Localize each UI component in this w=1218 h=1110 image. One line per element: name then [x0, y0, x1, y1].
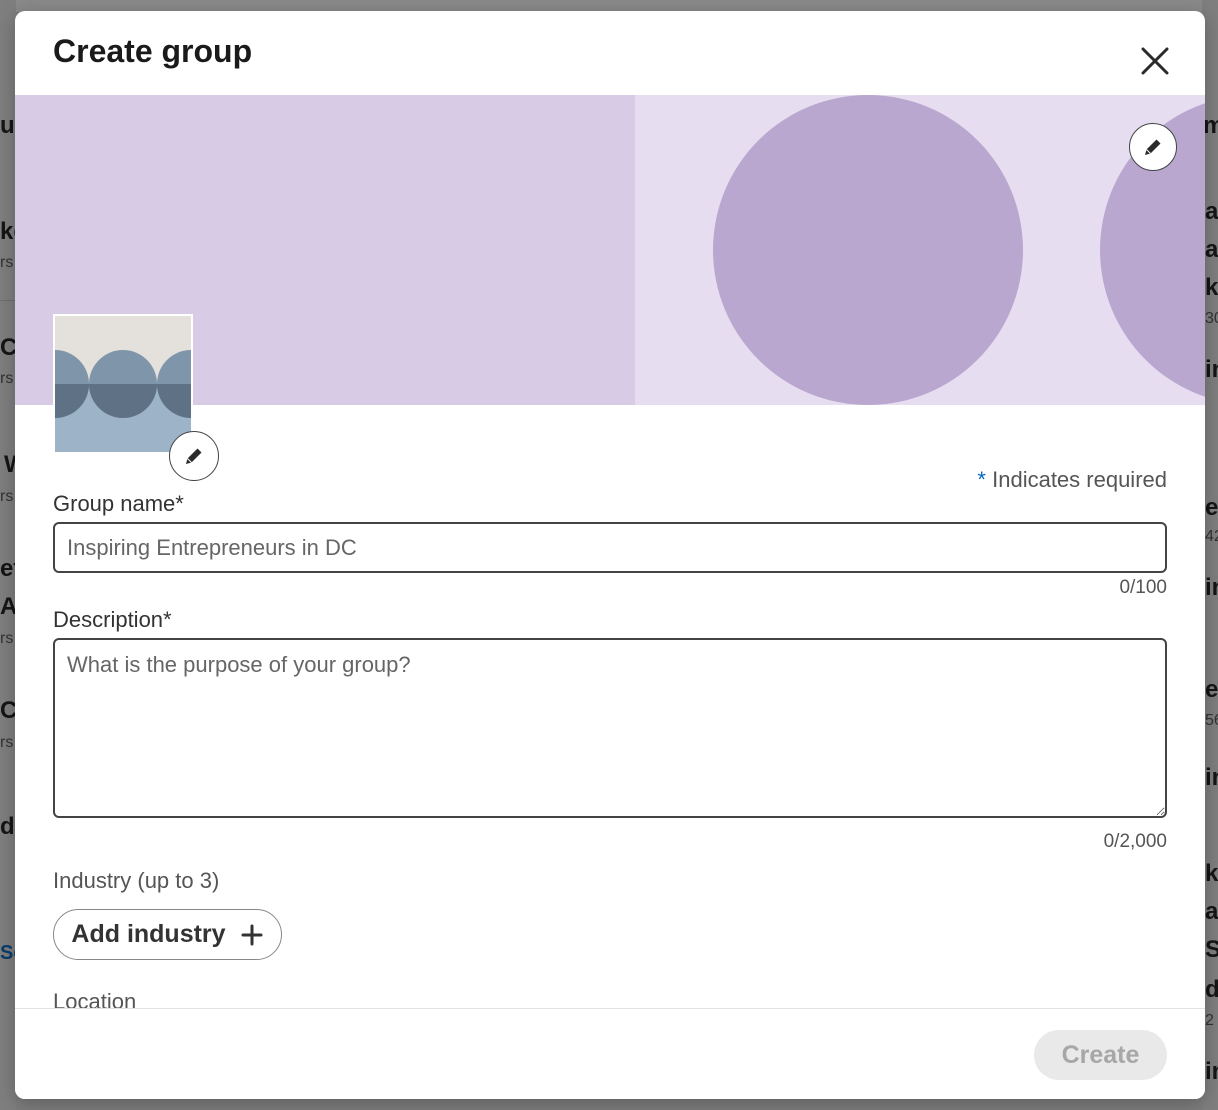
- background-text: ke: [1205, 860, 1218, 887]
- group-name-label: Group name*: [53, 491, 184, 516]
- background-text: a: [1205, 236, 1218, 263]
- background-text: rs: [0, 370, 14, 387]
- background-divider: [0, 300, 16, 301]
- background-text: er: [1205, 676, 1218, 703]
- create-group-modal: Create group * Indicates required Group …: [15, 11, 1205, 1099]
- add-industry-button[interactable]: Add industry: [53, 909, 282, 960]
- background-text: in: [1205, 1058, 1218, 1085]
- background-text: rs: [0, 734, 14, 751]
- description-textarea[interactable]: [53, 638, 1167, 818]
- add-industry-label: Add industry: [71, 920, 226, 948]
- logo-image: [55, 316, 191, 452]
- background-text: ke: [1205, 274, 1218, 301]
- background-text: 30: [1205, 310, 1218, 327]
- background-text: a: [1205, 898, 1218, 925]
- close-icon: [1141, 47, 1169, 75]
- cover-image: [15, 95, 1205, 405]
- create-button[interactable]: Create: [1034, 1030, 1167, 1080]
- background-text: S: [1205, 936, 1218, 963]
- modal-header: Create group: [15, 11, 1205, 95]
- pencil-icon: [186, 448, 202, 464]
- edit-cover-button[interactable]: [1129, 123, 1177, 171]
- close-button[interactable]: [1135, 41, 1175, 81]
- background-text: 56: [1205, 712, 1218, 729]
- background-text: 42: [1205, 528, 1218, 545]
- description-counter: 0/2,000: [1103, 831, 1167, 852]
- background-text: de: [1205, 976, 1218, 1003]
- group-logo: [53, 314, 193, 454]
- plus-icon: [241, 924, 263, 945]
- group-name-input[interactable]: [53, 522, 1167, 573]
- group-name-counter: 0/100: [1119, 577, 1167, 598]
- background-text: 2: [1205, 1012, 1214, 1029]
- required-note: * Indicates required: [977, 467, 1167, 493]
- required-star: *: [977, 467, 986, 492]
- background-text: m: [1203, 112, 1218, 139]
- modal-title: Create group: [53, 33, 253, 69]
- required-text: Indicates required: [992, 467, 1167, 492]
- edit-logo-button[interactable]: [169, 431, 219, 481]
- modal-footer: Create: [15, 1008, 1205, 1099]
- background-text: rs: [0, 630, 14, 647]
- background-text: rs: [0, 488, 14, 505]
- background-text: in: [1205, 764, 1218, 791]
- background-text: a: [1205, 198, 1218, 225]
- description-label: Description*: [53, 607, 172, 632]
- pencil-icon: [1145, 139, 1161, 155]
- background-text: in: [1205, 356, 1218, 383]
- cover-circle: [713, 95, 1023, 405]
- background-text: rs: [0, 254, 14, 271]
- background-text: es: [1205, 494, 1218, 521]
- background-text: in: [1205, 574, 1218, 601]
- industry-label: Industry (up to 3): [53, 868, 220, 893]
